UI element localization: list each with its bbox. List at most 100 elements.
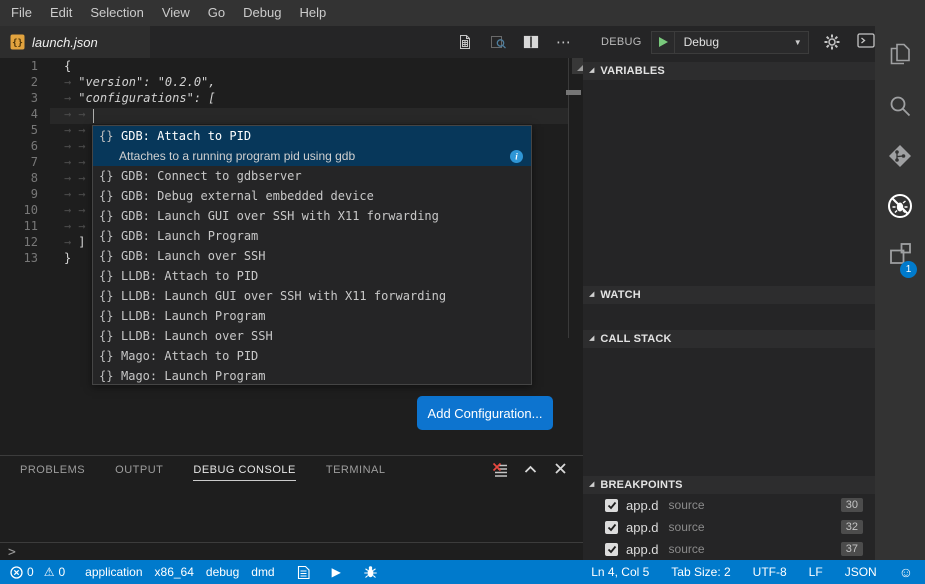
line-number[interactable]: 13 [0,250,38,266]
line-number[interactable]: 12 [0,234,38,250]
debug-console-prompt[interactable]: > [8,545,16,560]
line-number[interactable]: 3 [0,90,38,106]
source-control-icon[interactable] [875,136,925,176]
breakpoint-row[interactable]: app.d source 37 [583,538,875,560]
breakpoint-row[interactable]: app.d source 30 [583,494,875,516]
whitespace-arrows: →→ [64,203,92,217]
snippet-icon [99,289,121,303]
panel-tab[interactable]: DEBUG CONSOLE [193,464,295,481]
line-number[interactable]: 1 [0,58,38,74]
language-mode[interactable]: JSON [845,565,877,579]
code-line[interactable]: 2 →"version": "0.2.0", [0,74,583,90]
suggest-item-selected[interactable]: GDB: Attach to PID Attaches to a running… [93,126,531,166]
line-number[interactable]: 6 [0,138,38,154]
suggest-item[interactable]: LLDB: Launch Program [93,306,531,326]
menu-item[interactable]: View [153,0,199,26]
split-editor-icon[interactable] [522,33,540,51]
more-actions-icon[interactable]: ⋯ [555,33,573,51]
close-panel-icon[interactable] [554,462,571,479]
code-editor[interactable]: 1 { 2 →"version": "0.2.0", 3 →"configura… [0,58,583,455]
breakpoint-origin: source [669,498,705,512]
explorer-icon[interactable] [875,34,925,74]
code-line[interactable]: 3 →"configurations": [ [0,90,583,106]
line-number[interactable]: 10 [0,202,38,218]
suggest-label: GDB: Launch GUI over SSH with X11 forwar… [121,209,439,223]
section-variables[interactable]: VARIABLES [583,62,875,80]
panel-tab[interactable]: TERMINAL [326,464,386,481]
snippet-icon [99,329,121,343]
breakpoint-row[interactable]: app.d source 32 [583,516,875,538]
breakpoint-checkbox[interactable] [605,499,618,512]
suggest-label: Mago: Attach to PID [121,349,258,363]
line-number[interactable]: 9 [0,186,38,202]
line-number[interactable]: 11 [0,218,38,234]
info-icon[interactable]: i [510,150,523,163]
menu-item[interactable]: Go [199,0,234,26]
problems-status[interactable]: 0 ⚠ 0 [10,565,65,579]
configure-gear-icon[interactable] [823,33,841,51]
feedback-smiley-icon[interactable]: ☺ [899,565,913,579]
clear-console-icon[interactable] [492,462,509,479]
suggest-item[interactable]: LLDB: Launch over SSH [93,326,531,346]
maximize-panel-icon[interactable] [523,462,540,479]
panel-tab[interactable]: OUTPUT [115,464,163,481]
suggest-item[interactable]: LLDB: Attach to PID [93,266,531,286]
bug-status-icon[interactable] [363,565,378,579]
menu-bar: FileEditSelectionViewGoDebugHelp [0,0,925,26]
status-item[interactable]: application [85,565,142,579]
document-status-icon[interactable] [297,565,310,580]
menu-item[interactable]: File [2,0,41,26]
code-line[interactable]: 4 →→ [0,106,583,122]
suggest-label: LLDB: Attach to PID [121,269,258,283]
panel-tab[interactable]: PROBLEMS [20,464,85,481]
launch-configuration-select[interactable]: Debug ▼ [675,35,808,49]
menu-item[interactable]: Selection [81,0,152,26]
open-launch-config-icon[interactable] [456,33,474,51]
section-call-stack[interactable]: CALL STACK [583,330,875,348]
eol[interactable]: LF [809,565,823,579]
debug-icon[interactable] [875,186,925,226]
section-breakpoints[interactable]: BREAKPOINTS [583,476,875,494]
run-status-icon[interactable]: ▶ [332,566,341,578]
cursor-position[interactable]: Ln 4, Col 5 [591,565,649,579]
add-configuration-button[interactable]: Add Configuration... [417,396,553,430]
breakpoint-checkbox[interactable] [605,543,618,556]
encoding[interactable]: UTF-8 [753,565,787,579]
whitespace-arrows: →→ [64,123,92,137]
suggest-item[interactable]: GDB: Launch over SSH [93,246,531,266]
whitespace-arrows: →→ [64,107,92,121]
code-text: } [64,251,71,265]
suggest-item[interactable]: LLDB: Launch GUI over SSH with X11 forwa… [93,286,531,306]
line-number[interactable]: 4 [0,106,38,122]
line-number[interactable]: 5 [0,122,38,138]
section-watch[interactable]: WATCH [583,286,875,304]
suggest-item[interactable]: GDB: Debug external embedded device [93,186,531,206]
open-preview-icon[interactable] [489,33,507,51]
line-number[interactable]: 7 [0,154,38,170]
status-item[interactable]: debug [206,565,239,579]
tab-size[interactable]: Tab Size: 2 [671,565,730,579]
code-line[interactable]: 1 { [0,58,583,74]
search-icon[interactable] [875,86,925,126]
line-number[interactable]: 2 [0,74,38,90]
debug-console-icon[interactable] [857,33,875,51]
snippet-icon [99,369,121,383]
menu-item[interactable]: Edit [41,0,81,26]
tab-launch-json[interactable]: {} launch.json [0,26,150,58]
suggest-item[interactable]: Mago: Attach to PID [93,346,531,366]
extensions-icon[interactable]: 1 [875,234,925,274]
suggest-item[interactable]: GDB: Launch GUI over SSH with X11 forwar… [93,206,531,226]
suggest-item[interactable]: GDB: Connect to gdbserver [93,166,531,186]
suggest-label: LLDB: Launch over SSH [121,329,273,343]
suggest-item[interactable]: Mago: Launch Program [93,366,531,386]
status-item[interactable]: dmd [251,565,274,579]
menu-item[interactable]: Debug [234,0,290,26]
breakpoint-checkbox[interactable] [605,521,618,534]
suggest-item[interactable]: GDB: Launch Program [93,226,531,246]
suggest-widget: GDB: Attach to PID Attaches to a running… [92,125,532,385]
status-item[interactable]: x86_64 [155,565,194,579]
start-debugging-button[interactable] [652,32,675,53]
whitespace-arrows: →→ [64,219,92,233]
line-number[interactable]: 8 [0,170,38,186]
menu-item[interactable]: Help [290,0,335,26]
